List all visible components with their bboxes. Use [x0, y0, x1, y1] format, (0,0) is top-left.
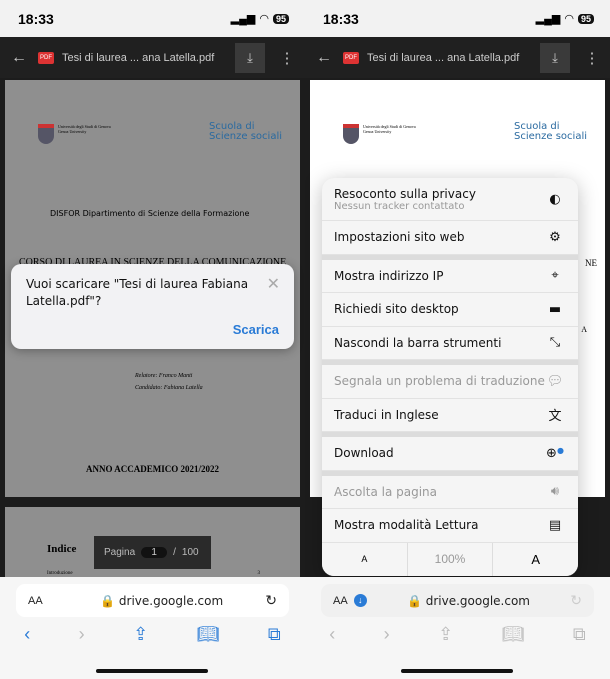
url-text: 🔒 drive.google.com: [406, 593, 530, 608]
menu-item-request-desktop[interactable]: Richiedi sito desktop ▬: [322, 293, 578, 327]
download-button[interactable]: ⤓: [235, 42, 265, 73]
download-button[interactable]: ⤓: [540, 42, 570, 73]
zoom-controls: A 100% A: [322, 542, 578, 576]
page-number-input[interactable]: 1: [141, 547, 168, 558]
lock-icon: 🔒: [406, 593, 422, 608]
more-options-icon[interactable]: ⋮: [277, 49, 297, 67]
forward-icon[interactable]: ›: [384, 624, 390, 645]
location-pin-icon: ⌖: [551, 268, 559, 284]
status-bar: 18:33 ▂▄▆ ◠ 95: [0, 0, 305, 37]
document-title: Tesi di laurea ... ana Latella.pdf: [62, 51, 215, 64]
address-bar[interactable]: AA ↓ 🔒 drive.google.com ↻: [321, 584, 594, 617]
nav-toolbar: ‹ › ⇪ 📖︎ ⧉: [305, 624, 610, 645]
reader-settings-button[interactable]: AA: [333, 595, 348, 607]
battery-icon: 95: [272, 13, 289, 24]
download-progress-icon[interactable]: ↓: [353, 594, 367, 607]
back-arrow-icon[interactable]: ←: [305, 49, 343, 67]
close-icon[interactable]: ✕: [267, 274, 280, 294]
lock-icon: 🔒: [100, 593, 116, 608]
nav-toolbar: ‹ › ⇪ 📖︎ ⧉: [0, 624, 305, 645]
download-confirm-button[interactable]: Scarica: [233, 322, 279, 337]
expand-arrows-icon: ⤡: [549, 335, 561, 351]
download-message: Vuoi scaricare "Tesi di laurea Fabiana L…: [26, 277, 249, 308]
course-title-fragment: NE: [585, 258, 597, 268]
more-options-icon[interactable]: ⋮: [582, 49, 602, 67]
clock: 18:33: [18, 10, 54, 27]
battery-icon: 95: [577, 13, 594, 24]
translate-icon: 文: [548, 409, 562, 425]
back-arrow-icon[interactable]: ←: [0, 49, 38, 67]
toc-entry: Introduzione 3: [47, 571, 260, 576]
zoom-out-button[interactable]: A: [322, 542, 408, 576]
report-bubble-icon: 💬︎: [546, 373, 564, 389]
speaker-bubble-icon: 🔊︎: [550, 484, 560, 500]
shield-icon: ◐: [549, 191, 561, 207]
pdf-icon: PDF: [343, 51, 359, 64]
safari-bottom-bar: AA ↓ 🔒 drive.google.com ↻ ‹ › ⇪ 📖︎ ⧉: [305, 577, 610, 679]
pdf-toolbar: ← PDF Tesi di laurea ... ana Latella.pdf…: [305, 37, 610, 78]
pdf-toolbar: ← PDF Tesi di laurea ... ana Latella.pdf…: [0, 37, 305, 78]
safari-bottom-bar: AA 🔒 drive.google.com ↻ ‹ › ⇪ 📖︎ ⧉: [0, 577, 305, 679]
address-bar[interactable]: AA 🔒 drive.google.com ↻: [16, 584, 289, 617]
document-title: Tesi di laurea ... ana Latella.pdf: [367, 51, 520, 64]
download-dialog: Vuoi scaricare "Tesi di laurea Fabiana L…: [11, 264, 294, 349]
signal-icon: ▂▄▆: [230, 13, 256, 25]
screen-page-menu: 18:33 ▂▄▆ ◠ 95 ← PDF Tesi di laurea ... an…: [305, 0, 610, 679]
home-indicator: [96, 669, 208, 673]
text-fragment: A: [581, 325, 587, 334]
page-menu: Resoconto sulla privacy Nessun tracker co…: [322, 178, 578, 576]
reader-settings-button[interactable]: AA: [28, 595, 58, 607]
menu-item-hide-toolbar[interactable]: Nascondi la barra strumenti ⤡: [322, 326, 578, 360]
share-icon[interactable]: ⇪: [133, 624, 148, 645]
zoom-in-button[interactable]: A: [493, 543, 578, 576]
forward-icon[interactable]: ›: [79, 624, 85, 645]
menu-item-listen-page: Ascolta la pagina 🔊︎: [322, 475, 578, 509]
university-logo: Università degli Studi di Genova Genoa Un…: [38, 124, 111, 144]
page-indicator: Pagina 1/100: [94, 536, 211, 569]
department-name: DISFOR Dipartimento di Scienze della For…: [50, 209, 250, 218]
desktop-icon: ▬: [548, 301, 562, 317]
index-heading: Indice: [47, 543, 77, 555]
wifi-icon: ◠: [564, 13, 574, 25]
status-bar: 18:33 ▂▄▆ ◠ 95: [305, 0, 610, 37]
menu-item-download[interactable]: Download ⊕●: [322, 437, 578, 471]
clock: 18:33: [323, 10, 359, 27]
menu-item-show-ip[interactable]: Mostra indirizzo IP ⌖: [322, 259, 578, 293]
back-icon[interactable]: ‹: [24, 624, 30, 645]
menu-item-reader-mode[interactable]: Mostra modalità Lettura ▤: [322, 509, 578, 543]
home-indicator: [401, 669, 513, 673]
zoom-level: 100%: [408, 542, 494, 576]
share-icon[interactable]: ⇪: [438, 624, 453, 645]
download-circle-icon: ⊕●: [546, 445, 564, 461]
thesis-credits: Relatore: Franco Manti Candidato: Fabiana…: [135, 373, 203, 391]
reload-icon[interactable]: ↻: [265, 592, 277, 609]
back-icon[interactable]: ‹: [329, 624, 335, 645]
reload-icon[interactable]: ↻: [570, 592, 582, 609]
signal-icon: ▂▄▆: [535, 13, 561, 25]
pdf-icon: PDF: [38, 51, 54, 64]
gear-icon: ⚙: [549, 229, 561, 245]
school-logo: Scuola di Scienze sociali: [514, 121, 587, 142]
wifi-icon: ◠: [259, 13, 269, 25]
university-logo: Università degli Studi di Genova Genoa Un…: [343, 124, 416, 144]
menu-item-site-settings[interactable]: Impostazioni sito web ⚙: [322, 221, 578, 255]
menu-item-privacy-report[interactable]: Resoconto sulla privacy Nessun tracker co…: [322, 178, 578, 221]
tabs-icon[interactable]: ⧉: [573, 624, 586, 645]
bookmarks-icon[interactable]: 📖︎: [197, 624, 220, 645]
academic-year: ANNO ACCADEMICO 2021/2022: [85, 464, 219, 474]
school-logo: Scuola di Scienze sociali: [209, 121, 282, 142]
url-text: 🔒 drive.google.com: [100, 593, 224, 608]
menu-item-report-translation: Segnala un problema di traduzione 💬︎: [322, 365, 578, 399]
reader-icon: ▤: [548, 517, 562, 533]
menu-item-translate[interactable]: Traduci in Inglese 文: [322, 398, 578, 432]
screen-download-prompt: 18:33 ▂▄▆ ◠ 95 ← PDF Tesi di laurea ... an…: [0, 0, 305, 679]
tabs-icon[interactable]: ⧉: [268, 624, 281, 645]
bookmarks-icon[interactable]: 📖︎: [502, 624, 525, 645]
